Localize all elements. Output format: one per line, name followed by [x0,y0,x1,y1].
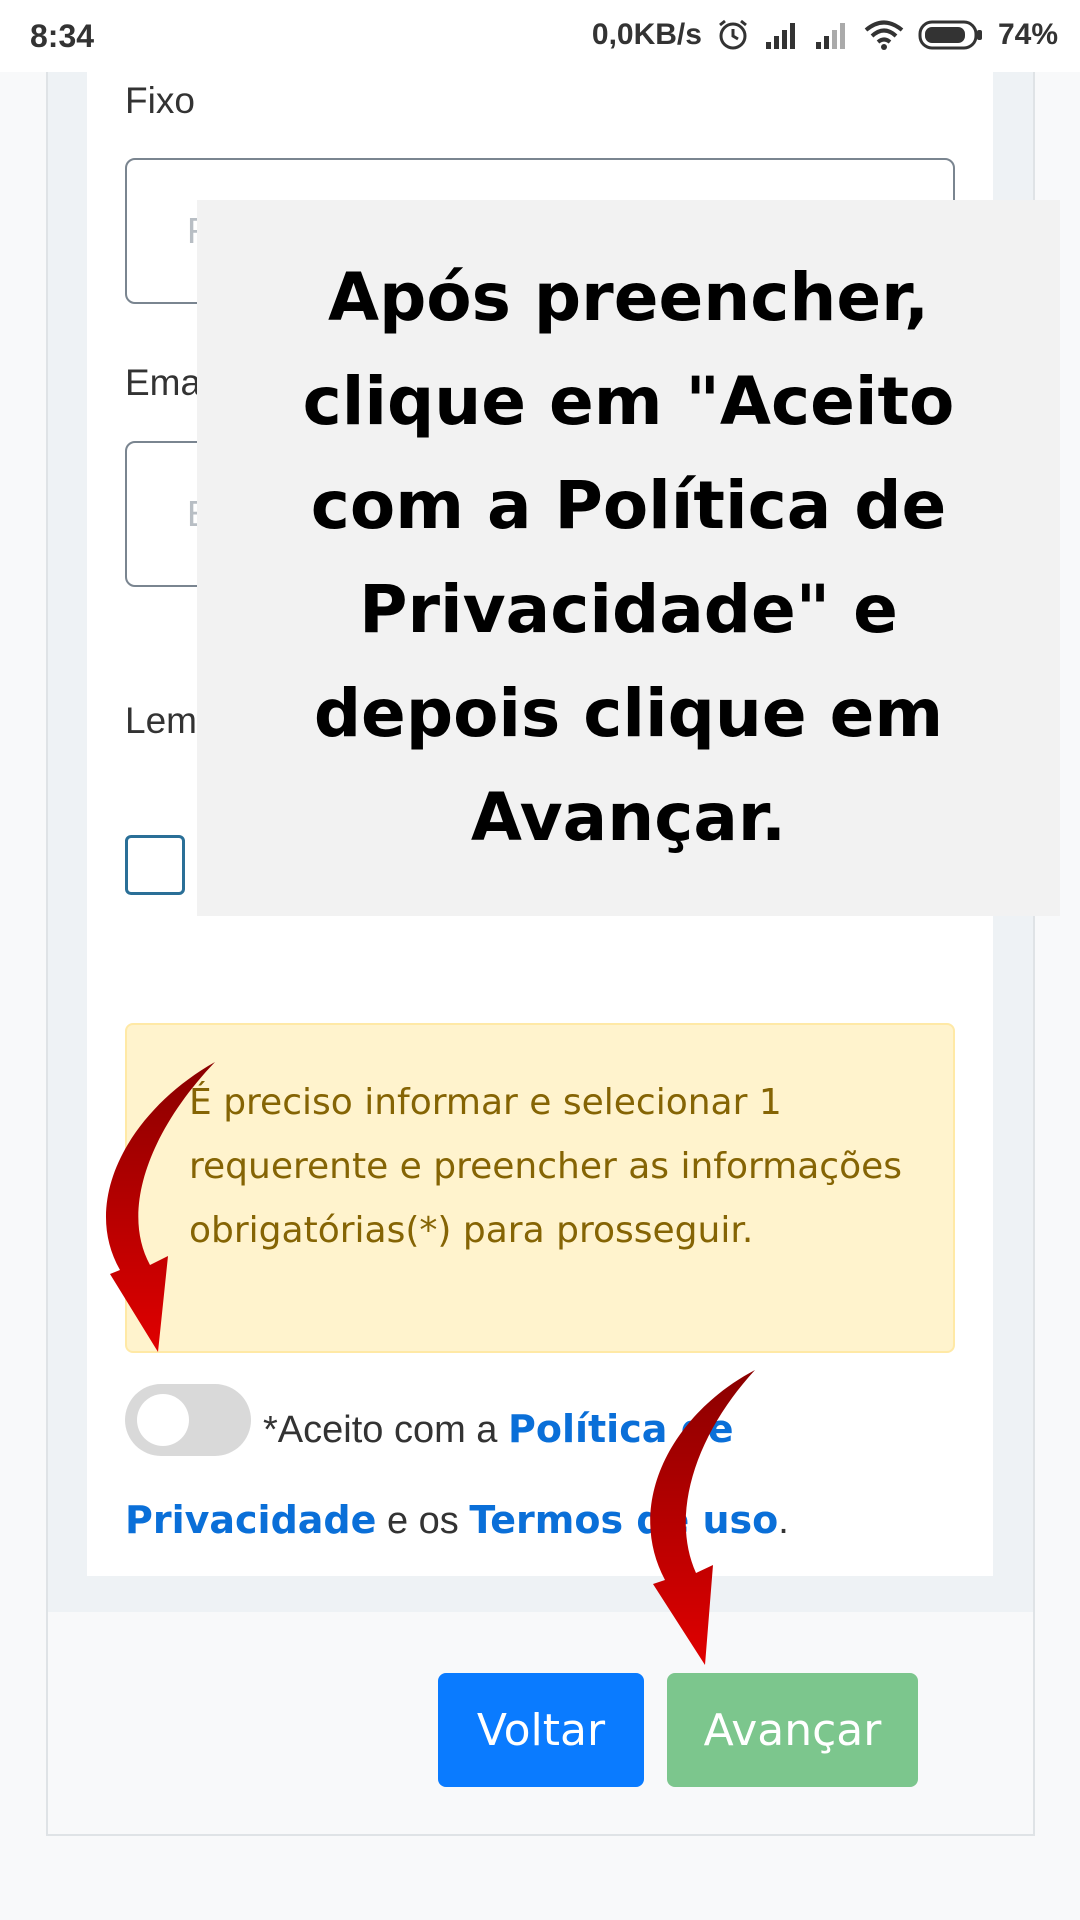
consent-suffix: . [778,1500,789,1542]
fixo-label: Fixo [125,80,195,121]
battery-level: 74% [997,18,1058,51]
network-speed: 0,0KB/s [591,18,702,51]
status-time: 8:34 [30,18,95,54]
status-bar: 8:34 0,0KB/s 74% [0,0,1080,72]
instruction-overlay: Após preencher, clique em "Aceito com a … [197,200,1060,916]
battery-icon [918,20,982,50]
instruction-text: Após preencher, clique em "Aceito com a … [302,259,955,856]
toggle-knob [137,1394,189,1446]
next-button[interactable]: Avançar [667,1673,918,1787]
back-button[interactable]: Voltar [438,1673,644,1787]
arrow-to-toggle-icon [105,1062,215,1352]
signal-weak-icon [815,23,845,49]
consent-middle: e os [376,1500,470,1542]
remember-checkbox[interactable] [125,835,185,895]
alert-message: É preciso informar e selecionar 1 requer… [189,1082,903,1251]
warning-alert: É preciso informar e selecionar 1 requer… [125,1023,955,1353]
email-label: Ema [125,362,202,403]
wifi-icon [864,20,904,50]
status-icons: 0,0KB/s 74% [592,18,1058,52]
remember-label: Lem [125,700,197,741]
privacy-consent-toggle[interactable] [125,1384,251,1456]
arrow-to-next-button-icon [650,1370,755,1665]
signal-icon [765,23,795,49]
alarm-icon [719,19,747,50]
consent-prefix: *Aceito com a [263,1409,508,1451]
